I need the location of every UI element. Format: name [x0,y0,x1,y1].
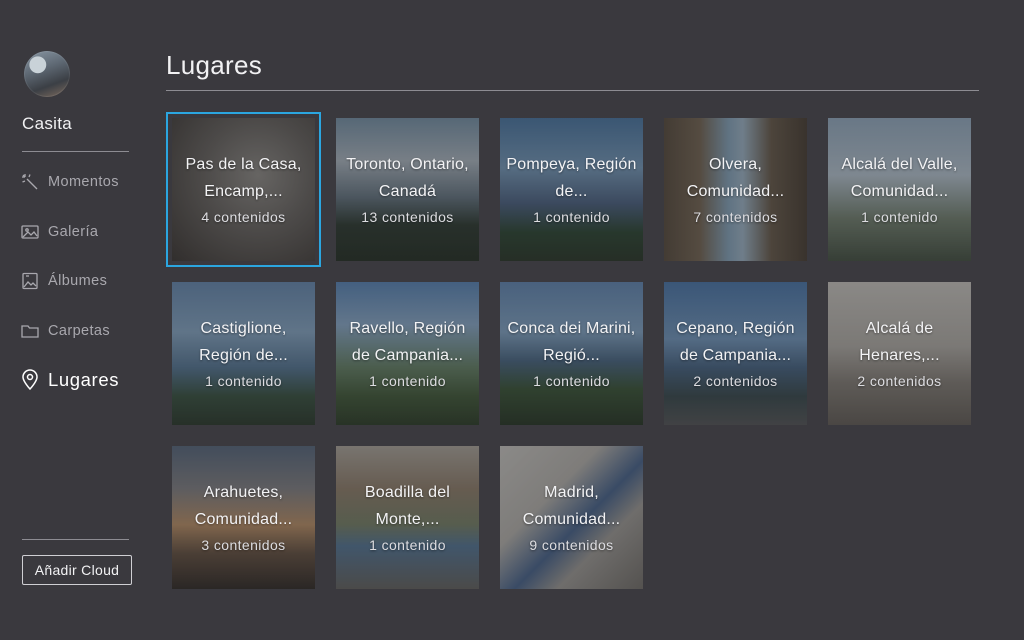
place-count: 3 contenidos [201,536,286,553]
place-tile-olvera[interactable]: Olvera, Comunidad... 7 contenidos [664,118,807,261]
place-count: 4 contenidos [201,208,286,225]
image-icon [20,222,40,242]
add-cloud-button[interactable]: Añadir Cloud [22,555,132,585]
place-count: 1 contenido [205,372,282,389]
sidebar-item-albumes[interactable]: Álbumes [20,269,107,293]
place-name: Pompeya, Región de... [506,155,637,200]
place-count: 2 contenidos [857,372,942,389]
place-name: Alcalá de Henares,... [859,319,940,364]
sidebar-divider-top [22,151,129,152]
place-count: 1 contenido [369,372,446,389]
title-divider [166,90,979,91]
page-title: Lugares [166,50,263,80]
sidebar-item-label: Carpetas [48,323,111,339]
place-name: Conca dei Marini, Regió... [507,319,636,364]
place-name: Olvera, Comunidad... [686,155,785,200]
place-tile-toronto[interactable]: Toronto, Ontario, Canadá 13 contenidos [336,118,479,261]
place-tile-alcala-del-valle[interactable]: Alcalá del Valle, Comunidad... 1 conteni… [828,118,971,261]
place-tile-castiglione[interactable]: Castiglione, Región de... 1 contenido [172,282,315,425]
sidebar-item-momentos[interactable]: Momentos [20,170,119,194]
place-tile-conca-dei-marini[interactable]: Conca dei Marini, Regió... 1 contenido [500,282,643,425]
place-tile-cepano[interactable]: Cepano, Región de Campania... 2 contenid… [664,282,807,425]
sidebar-item-label: Lugares [48,369,120,390]
sidebar-item-lugares[interactable]: Lugares [20,368,119,392]
sidebar: Casita Momentos Galería Álbumes Carpetas… [0,0,150,640]
places-grid: Pas de la Casa, Encamp,... 4 contenidos … [166,112,972,589]
folder-icon [20,321,40,341]
place-name: Castiglione, Región de... [199,319,288,364]
place-count: 1 contenido [861,208,938,225]
place-count: 13 contenidos [361,208,454,225]
place-tile-alcala-de-henares[interactable]: Alcalá de Henares,... 2 contenidos [828,282,971,425]
sidebar-item-label: Álbumes [48,273,108,289]
place-count: 2 contenidos [693,372,778,389]
place-name: Madrid, Comunidad... [522,483,621,528]
place-count: 9 contenidos [529,536,614,553]
place-name: Boadilla del Monte,... [364,483,451,528]
place-name: Ravello, Región de Campania... [349,319,466,364]
place-name: Arahuetes, Comunidad... [194,483,293,528]
sidebar-item-label: Momentos [48,174,119,190]
place-tile-pompeya[interactable]: Pompeya, Región de... 1 contenido [500,118,643,261]
place-name: Cepano, Región de Campania... [676,319,795,364]
place-name: Alcalá del Valle, Comunidad... [841,155,958,200]
place-name: Toronto, Ontario, Canadá [346,155,469,200]
location-pin-icon [20,369,40,391]
place-tile-pas-de-la-casa[interactable]: Pas de la Casa, Encamp,... 4 contenidos [166,112,321,267]
sidebar-item-galeria[interactable]: Galería [20,220,98,244]
magic-wand-icon [20,172,40,192]
place-name: Pas de la Casa, Encamp,... [185,155,302,200]
account-avatar[interactable] [24,51,70,97]
place-tile-arahuetes[interactable]: Arahuetes, Comunidad... 3 contenidos [172,446,315,589]
sidebar-item-label: Galería [48,224,99,240]
place-tile-madrid[interactable]: Madrid, Comunidad... 9 contenidos [500,446,643,589]
place-tile-boadilla-del-monte[interactable]: Boadilla del Monte,... 1 contenido [336,446,479,589]
sidebar-divider-bottom [22,539,129,540]
place-count: 1 contenido [533,208,610,225]
album-icon [20,271,40,291]
account-name[interactable]: Casita [22,114,72,134]
place-count: 1 contenido [369,536,446,553]
place-count: 1 contenido [533,372,610,389]
place-tile-ravello[interactable]: Ravello, Región de Campania... 1 conteni… [336,282,479,425]
place-count: 7 contenidos [693,208,778,225]
sidebar-item-carpetas[interactable]: Carpetas [20,319,110,343]
